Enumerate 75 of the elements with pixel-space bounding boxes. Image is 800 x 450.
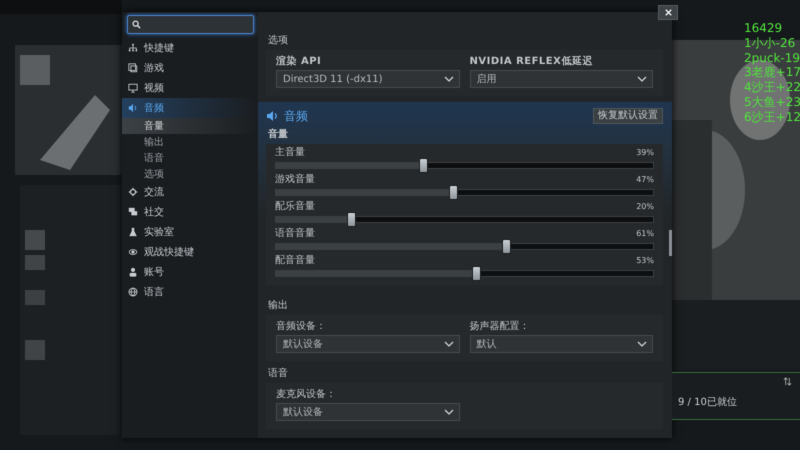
sidebar-item[interactable]: 实验室 <box>122 222 258 242</box>
section-title: 语音 <box>268 367 289 381</box>
volume-slider[interactable] <box>275 266 654 281</box>
volume-slider[interactable] <box>275 212 654 227</box>
slider-label: 语音音量 <box>275 226 315 240</box>
overlay-text: 2puck-19 <box>744 50 800 66</box>
chevron-icon <box>444 409 454 415</box>
section-title: 输出 <box>268 299 289 313</box>
overlay-text: 16429 <box>744 21 784 36</box>
sidebar-item[interactable]: 游戏 <box>122 58 258 78</box>
flask-icon <box>128 227 138 237</box>
reset-defaults-button[interactable]: 恢复默认设置 <box>593 108 663 124</box>
gear-icon <box>128 187 138 197</box>
slider-thumb[interactable] <box>418 158 428 173</box>
sidebar-item[interactable]: 观战快捷键 <box>122 242 258 262</box>
overlay-text: 4沙王+22 <box>744 80 800 95</box>
sidebar-item[interactable]: 账号 <box>122 262 258 282</box>
slider-reading: 47% <box>636 174 654 184</box>
audio-title: 音频 <box>284 108 309 124</box>
section-title: 音量 <box>268 128 289 142</box>
swap-arrows-icon <box>783 377 792 386</box>
ready-status: 9 / 10已就位 <box>678 396 738 409</box>
volume-slider[interactable] <box>275 185 654 200</box>
search-field[interactable] <box>127 15 254 34</box>
slider-thumb[interactable] <box>502 239 512 254</box>
volume-slider[interactable] <box>275 158 654 173</box>
dropdown[interactable]: 默认设备 <box>276 403 460 421</box>
slider-label: 配乐音量 <box>275 200 315 213</box>
field-label: 扬声器配置： <box>470 320 530 333</box>
close-icon <box>664 8 672 17</box>
chevron-icon <box>444 76 454 82</box>
overlay-text: 5大鱼+23 <box>744 94 800 110</box>
sidebar-subitem[interactable]: 输出 <box>122 134 258 150</box>
monitor-icon <box>128 83 138 93</box>
close-button[interactable] <box>658 5 678 20</box>
slider-reading: 20% <box>636 202 654 210</box>
dropdown[interactable]: 默认 <box>470 335 653 353</box>
field-label: NVIDIA REFLEX低延迟 <box>470 54 594 68</box>
speaker-icon <box>128 103 138 113</box>
slider-thumb[interactable] <box>346 212 356 227</box>
dropdown[interactable]: Direct3D 11 (-dx11) <box>276 70 460 88</box>
section-title: 选项 <box>268 34 289 48</box>
sidebar-subitem[interactable]: 选项 <box>122 166 258 182</box>
slider-label: 游戏音量 <box>275 172 315 186</box>
sidebar-subitem[interactable]: 语音 <box>122 150 258 166</box>
chevron-icon <box>637 76 647 82</box>
dropdown[interactable]: 默认设备 <box>276 335 460 353</box>
hierarchy-icon <box>128 43 138 53</box>
person-icon <box>128 267 138 277</box>
slider-reading: 53% <box>636 256 654 264</box>
overlay-text: 3老鹿+17 <box>744 65 800 80</box>
slider-label: 配音音量 <box>275 254 315 267</box>
chevron-icon <box>637 341 647 347</box>
scrollbar[interactable] <box>669 230 672 256</box>
slider-thumb[interactable] <box>472 266 481 281</box>
slider-label: 主音量 <box>275 146 305 159</box>
globe-icon <box>128 287 138 297</box>
sidebar-item[interactable]: 语言 <box>122 282 258 302</box>
sidebar-item[interactable]: 社交 <box>122 202 258 222</box>
overlay-text: 6沙王+12 <box>744 110 800 125</box>
slider-thumb[interactable] <box>449 185 458 200</box>
sidebar-item[interactable]: 交流 <box>122 182 258 202</box>
slider-reading: 61% <box>636 228 654 238</box>
search-icon <box>132 20 141 29</box>
volume-slider[interactable] <box>275 239 654 254</box>
chevron-icon <box>444 341 454 347</box>
sidebar-item[interactable]: 视频 <box>122 78 258 98</box>
sidebar-item[interactable]: 快捷键 <box>122 38 258 58</box>
overlay-text: 1小小-26 <box>744 36 796 51</box>
dropdown[interactable]: 启用 <box>470 70 653 88</box>
field-label: 渲染 API <box>276 54 322 68</box>
field-label: 音频设备： <box>276 320 327 333</box>
field-label: 麦克风设备： <box>276 388 337 401</box>
eye-icon <box>128 247 138 257</box>
slider-reading: 39% <box>636 148 654 156</box>
